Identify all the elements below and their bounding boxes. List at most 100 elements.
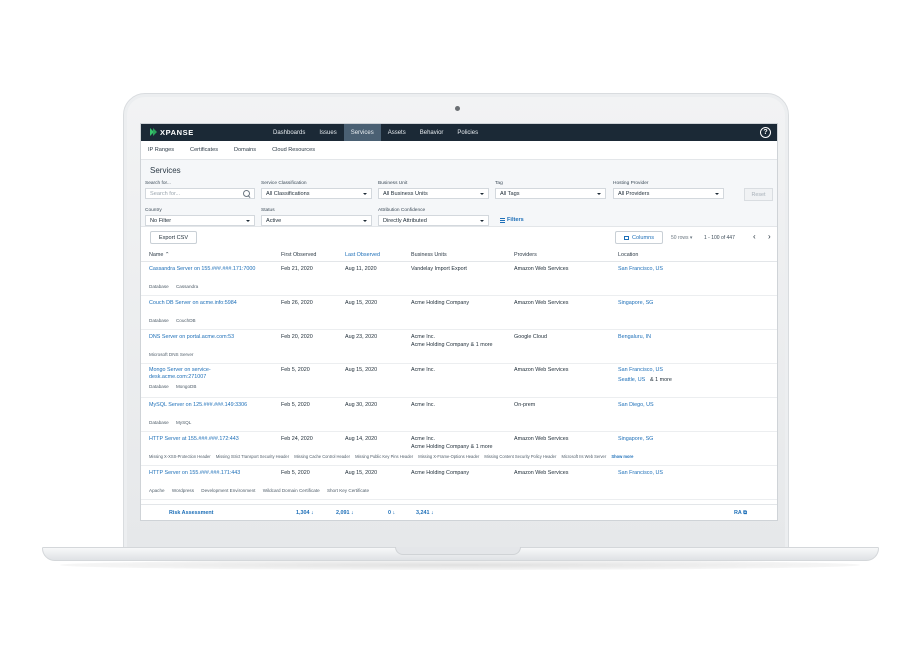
- location-link[interactable]: San Francisco, US: [618, 367, 663, 375]
- table-row[interactable]: HTTP Server on 155.###.###.171:443 Feb 5…: [141, 466, 777, 500]
- tag[interactable]: Missing X-Frame-Options Header: [418, 454, 479, 459]
- attribution-confidence-select[interactable]: Directly Attributed: [378, 215, 489, 226]
- location-link-secondary[interactable]: Seattle, US: [618, 377, 645, 385]
- risk-count-2[interactable]: 2,091 ↓: [336, 510, 354, 516]
- header-first-observed[interactable]: First Observed: [281, 252, 316, 258]
- tag[interactable]: Database: [149, 384, 169, 389]
- header-last-observed[interactable]: Last Observed: [345, 252, 380, 258]
- hosting-provider-select[interactable]: All Providers: [613, 188, 724, 199]
- risk-assessment-label[interactable]: Risk Assessment: [169, 510, 213, 516]
- nav-services[interactable]: Services: [343, 124, 381, 141]
- tag[interactable]: Cassandra: [176, 284, 198, 289]
- help-icon[interactable]: ?: [760, 127, 771, 138]
- ra-external-link[interactable]: RA ⧉: [734, 510, 747, 517]
- rows-per-page-select[interactable]: 50 rows ▾: [671, 235, 692, 241]
- tag[interactable]: Database: [149, 420, 169, 425]
- tag[interactable]: CouchDB: [176, 318, 196, 323]
- business-unit: Acme Inc.: [411, 334, 435, 340]
- tag[interactable]: Microsoft IIs Web Server: [561, 454, 606, 459]
- header-providers[interactable]: Providers: [514, 252, 537, 258]
- service-classification-filter: Service Classification All Classificatio…: [261, 181, 372, 199]
- tag[interactable]: Missing Content Security Policy Header: [484, 454, 556, 459]
- table-row[interactable]: Cassandra Server on 155.###.###.171:7000…: [141, 262, 777, 296]
- service-name-link[interactable]: HTTP Server on 155.###.###.171:443: [149, 470, 240, 478]
- tag[interactable]: Missing Strict Transport Security Header: [216, 454, 289, 459]
- service-name-link[interactable]: HTTP Server at 155.###.###.172:443: [149, 436, 239, 444]
- tag[interactable]: Missing Cache Control Header: [294, 454, 350, 459]
- subnav-domains[interactable]: Domains: [234, 147, 256, 153]
- search-icon[interactable]: [243, 190, 251, 198]
- next-page-icon[interactable]: ›: [768, 233, 771, 241]
- location-link[interactable]: Singapore, SG: [618, 300, 653, 308]
- table-row[interactable]: DNS Server on portal.acme.com:53 Feb 20,…: [141, 330, 777, 364]
- tag-list: Database CouchDB: [149, 318, 202, 323]
- service-name-link[interactable]: DNS Server on portal.acme.com:53: [149, 334, 234, 342]
- logo[interactable]: XPANSE: [141, 124, 266, 141]
- risk-count-1[interactable]: 1,304 ↓: [296, 510, 314, 516]
- location-more[interactable]: & 1 more: [650, 377, 672, 385]
- nav-behavior[interactable]: Behavior: [413, 124, 451, 141]
- table-row[interactable]: Couch DB Server on acme.info:5984 Feb 26…: [141, 296, 777, 330]
- last-observed: Aug 15, 2020: [345, 470, 378, 476]
- tag-select[interactable]: All Tags: [495, 188, 606, 199]
- tag[interactable]: Database: [149, 318, 169, 323]
- business-unit-select[interactable]: All Business Units: [378, 188, 489, 199]
- nav-dashboards[interactable]: Dashboards: [266, 124, 312, 141]
- country-filter: Country No Filter: [145, 208, 255, 226]
- risk-assessment-bar: Risk Assessment 1,304 ↓ 2,091 ↓ 0 ↓ 3,24…: [141, 504, 777, 520]
- first-observed: Feb 26, 2020: [281, 300, 313, 306]
- tag[interactable]: Development Environment: [201, 488, 255, 493]
- tag[interactable]: Missing X-XSS-Protection Header: [149, 454, 211, 459]
- nav-assets[interactable]: Assets: [381, 124, 413, 141]
- columns-button[interactable]: Columns: [615, 231, 663, 244]
- service-name-link[interactable]: Couch DB Server on acme.info:5984: [149, 300, 237, 308]
- table-row[interactable]: HTTP Server at 155.###.###.172:443 Feb 2…: [141, 432, 777, 466]
- tag[interactable]: MySQL: [176, 420, 191, 425]
- show-more-link[interactable]: Show more: [611, 454, 633, 459]
- search-input[interactable]: Search for...: [145, 188, 255, 199]
- business-unit-secondary: Acme Holding Company & 1 more: [411, 444, 493, 450]
- tag[interactable]: Wordpress: [172, 488, 194, 493]
- location-link[interactable]: San Diego, US: [618, 402, 654, 410]
- location-link[interactable]: San Francisco, US: [618, 470, 663, 478]
- table-row[interactable]: MySQL Server on 125.###.###.149:3306 Feb…: [141, 398, 777, 432]
- tag[interactable]: Microsoft DNS Server: [149, 352, 193, 357]
- tag-list: Missing X-XSS-Protection Header Missing …: [149, 454, 639, 459]
- laptop-shadow: [60, 560, 860, 570]
- location-link[interactable]: Singapore, SG: [618, 436, 653, 444]
- risk-count-3[interactable]: 0 ↓: [388, 510, 395, 516]
- tag[interactable]: Short Key Certificate: [327, 488, 369, 493]
- tag[interactable]: Wildcard Domain Certificate: [263, 488, 320, 493]
- reset-button[interactable]: Reset: [744, 188, 773, 201]
- subnav-cloud-resources[interactable]: Cloud Resources: [272, 147, 315, 153]
- service-name-link[interactable]: Cassandra Server on 155.###.###.171:7000: [149, 266, 255, 274]
- location-link[interactable]: San Francisco, US: [618, 266, 663, 274]
- risk-count-4[interactable]: 3,241 ↓: [416, 510, 434, 516]
- header-name[interactable]: Name ⌃: [149, 252, 169, 258]
- service-classification-select[interactable]: All Classifications: [261, 188, 372, 199]
- status-select[interactable]: Active: [261, 215, 372, 226]
- last-observed: Aug 15, 2020: [345, 367, 378, 373]
- location-link[interactable]: Bengaluru, IN: [618, 334, 651, 342]
- tag[interactable]: Database: [149, 284, 169, 289]
- header-location[interactable]: Location: [618, 252, 638, 258]
- pagination-text: 1 - 100 of 447: [704, 235, 735, 241]
- subnav-certificates[interactable]: Certificates: [190, 147, 218, 153]
- nav-issues[interactable]: Issues: [312, 124, 343, 141]
- export-csv-button[interactable]: Export CSV: [150, 231, 197, 244]
- country-select[interactable]: No Filter: [145, 215, 255, 226]
- table-toolbar: Export CSV Columns 50 rows ▾ 1 - 100 of …: [141, 227, 777, 249]
- header-business-units[interactable]: Business Units: [411, 252, 447, 258]
- filters-button[interactable]: Filters: [500, 217, 524, 223]
- service-name-link[interactable]: MySQL Server on 125.###.###.149:3306: [149, 402, 247, 410]
- table-row[interactable]: Mongo Server on service- desk.acme.com:2…: [141, 364, 777, 398]
- service-name-link-cont[interactable]: desk.acme.com:271007: [149, 374, 206, 382]
- tag-list: Database Cassandra: [149, 284, 204, 289]
- tag[interactable]: MongoDB: [176, 384, 196, 389]
- provider: Amazon Web Services: [514, 367, 569, 373]
- tag[interactable]: Apache: [149, 488, 165, 493]
- subnav-ip-ranges[interactable]: IP Ranges: [148, 147, 174, 153]
- tag[interactable]: Missing Public Key Pins Header: [355, 454, 413, 459]
- nav-policies[interactable]: Policies: [450, 124, 485, 141]
- prev-page-icon[interactable]: ‹: [753, 233, 756, 241]
